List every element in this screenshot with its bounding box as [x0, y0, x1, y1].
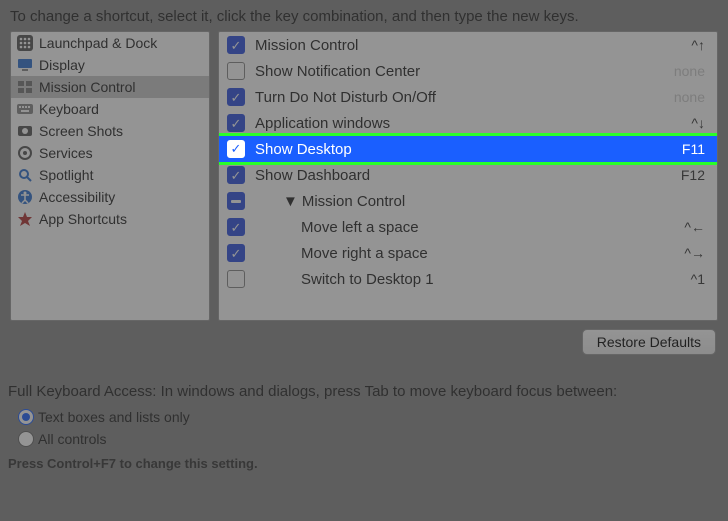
- sidebar-item-mission[interactable]: Mission Control: [11, 76, 209, 98]
- instruction-text: To change a shortcut, select it, click t…: [0, 0, 728, 31]
- sidebar-item-spotlight[interactable]: Spotlight: [11, 164, 209, 186]
- shortcut-label: Show Desktop: [255, 141, 647, 158]
- shortcuts-list[interactable]: Mission Control ^↑ Show Notification Cente…: [218, 31, 718, 321]
- sidebar-item-label: Spotlight: [39, 167, 93, 183]
- radio-text-boxes-label: Text boxes and lists only: [38, 409, 190, 425]
- shortcut-label: ▼Mission Control: [255, 193, 647, 210]
- keyboard-access-radios: Text boxes and lists only All controls: [0, 400, 728, 450]
- shortcut-label: Mission Control: [255, 37, 647, 54]
- shortcut-checkbox[interactable]: [227, 88, 245, 106]
- spotlight-icon: [17, 167, 33, 183]
- mission-icon: [17, 79, 33, 95]
- shortcut-row[interactable]: Mission Control ^↑: [219, 32, 717, 58]
- sidebar-item-label: Services: [39, 145, 93, 161]
- shortcut-label: Application windows: [255, 115, 647, 132]
- shortcut-key[interactable]: ^1: [657, 271, 705, 287]
- shortcut-checkbox[interactable]: [227, 270, 245, 288]
- shortcut-row[interactable]: Turn Do Not Disturb On/Off none: [219, 84, 717, 110]
- sidebar-item-display[interactable]: Display: [11, 54, 209, 76]
- sidebar-item-services[interactable]: Services: [11, 142, 209, 164]
- sidebar-item-accessibility[interactable]: Accessibility: [11, 186, 209, 208]
- keyboard-access-hint: Press Control+F7 to change this setting.: [0, 450, 728, 471]
- shortcut-row[interactable]: Show Notification Center none: [219, 58, 717, 84]
- category-sidebar[interactable]: Launchpad & Dock Display Mission Control Ke…: [10, 31, 210, 321]
- shortcut-checkbox[interactable]: [227, 218, 245, 236]
- sidebar-item-launchpad[interactable]: Launchpad & Dock: [11, 32, 209, 54]
- shortcut-key[interactable]: none: [657, 89, 705, 105]
- keyboard-icon: [17, 101, 33, 117]
- shortcut-checkbox[interactable]: [227, 62, 245, 80]
- shortcut-checkbox[interactable]: [227, 140, 245, 158]
- shortcut-key[interactable]: ^↑: [657, 37, 705, 53]
- display-icon: [17, 57, 33, 73]
- shortcut-checkbox[interactable]: [227, 114, 245, 132]
- accessibility-icon: [17, 189, 33, 205]
- radio-all-controls[interactable]: [18, 431, 34, 447]
- shortcut-label: Move left a space: [255, 219, 647, 236]
- shortcut-label: Move right a space: [255, 245, 647, 262]
- disclosure-triangle-icon[interactable]: ▼: [283, 193, 298, 210]
- shortcut-checkbox[interactable]: [227, 244, 245, 262]
- launchpad-icon: [17, 35, 33, 51]
- shortcut-key[interactable]: ^→: [657, 245, 705, 261]
- shortcut-label: Show Notification Center: [255, 63, 647, 80]
- screenshot-icon: [17, 123, 33, 139]
- sidebar-item-label: Display: [39, 57, 85, 73]
- services-icon: [17, 145, 33, 161]
- shortcut-checkbox[interactable]: [227, 36, 245, 54]
- shortcut-row[interactable]: Switch to Desktop 1 ^1: [219, 266, 717, 292]
- shortcut-row[interactable]: Show Dashboard F12: [219, 162, 717, 188]
- shortcut-row[interactable]: Move left a space ^←: [219, 214, 717, 240]
- sidebar-item-label: Mission Control: [39, 79, 135, 95]
- shortcut-key[interactable]: F12: [657, 167, 705, 183]
- shortcut-row[interactable]: ▼Mission Control: [219, 188, 717, 214]
- sidebar-item-appshortcuts[interactable]: App Shortcuts: [11, 208, 209, 230]
- shortcut-key[interactable]: none: [657, 63, 705, 79]
- sidebar-item-screenshot[interactable]: Screen Shots: [11, 120, 209, 142]
- radio-text-boxes[interactable]: [18, 409, 34, 425]
- sidebar-item-label: Accessibility: [39, 189, 115, 205]
- shortcut-row[interactable]: Application windows ^↓: [219, 110, 717, 136]
- appshortcuts-icon: [17, 211, 33, 227]
- sidebar-item-label: Keyboard: [39, 101, 99, 117]
- shortcut-row[interactable]: Show Desktop F11: [219, 136, 717, 162]
- shortcut-key[interactable]: ^←: [657, 219, 705, 235]
- keyboard-access-heading: Full Keyboard Access: In windows and dia…: [0, 355, 728, 400]
- shortcut-checkbox[interactable]: [227, 192, 245, 210]
- sidebar-item-keyboard[interactable]: Keyboard: [11, 98, 209, 120]
- shortcut-label: Show Dashboard: [255, 167, 647, 184]
- shortcut-checkbox[interactable]: [227, 166, 245, 184]
- sidebar-item-label: Screen Shots: [39, 123, 123, 139]
- sidebar-item-label: Launchpad & Dock: [39, 35, 157, 51]
- shortcut-label: Turn Do Not Disturb On/Off: [255, 89, 647, 106]
- shortcut-key[interactable]: ^↓: [657, 115, 705, 131]
- restore-defaults-button[interactable]: Restore Defaults: [582, 329, 716, 355]
- sidebar-item-label: App Shortcuts: [39, 211, 127, 227]
- shortcut-row[interactable]: Move right a space ^→: [219, 240, 717, 266]
- shortcut-label: Switch to Desktop 1: [255, 271, 647, 288]
- shortcut-key[interactable]: F11: [657, 141, 705, 157]
- radio-all-controls-label: All controls: [38, 431, 106, 447]
